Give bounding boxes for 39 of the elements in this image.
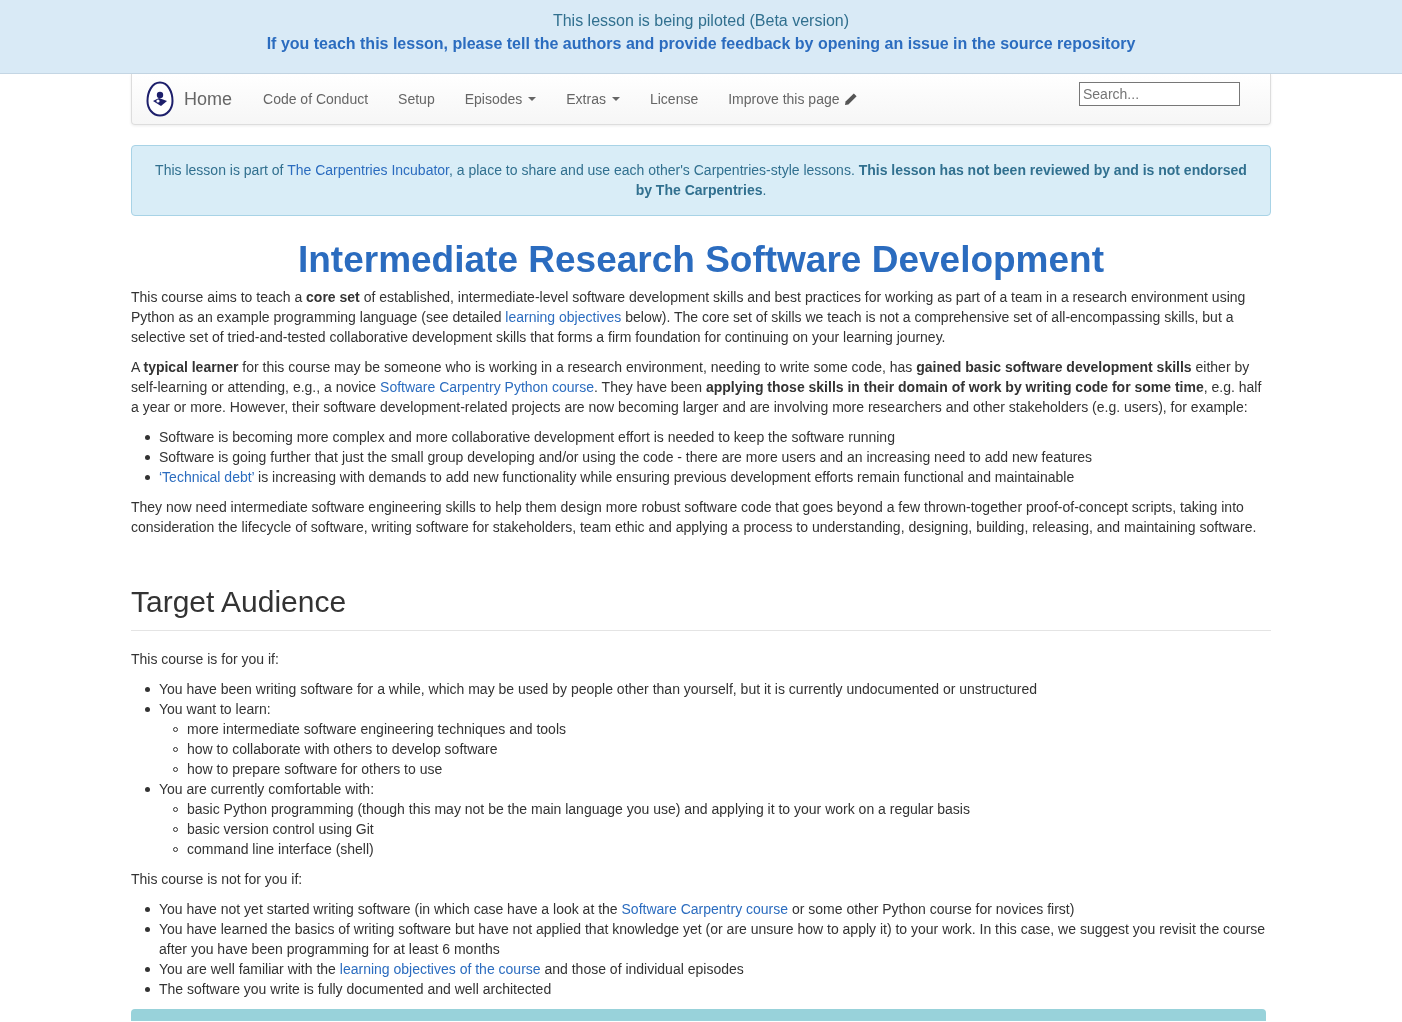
page-title: Intermediate Research Software Development — [296, 238, 1106, 282]
list-item: You have been writing software for a while, which may be used by people other than yourself, but it is currently undocumented or unstructured — [159, 680, 1038, 699]
list-item: Software is going further that just the small group developing and/or using the code - there are more users and an increasing need to add new features — [159, 448, 1093, 467]
link[interactable]: learning objectives — [505, 309, 622, 325]
notice-text: This lesson is part of The Carpentries Incubator, a place to share and use each other's Carpentries-style lessons. This lesson has not been reviewed by and is not endorsed by The Carpentries. — [131, 145, 1271, 216]
list-item: You are currently comfortable with: — [159, 780, 375, 799]
list-item: You have not yet started writing software (in which case have a look at the Software Carpentry course or some other Python course for novices first) — [159, 900, 1075, 919]
paragraph: This course aims to teach a core set of established, intermediate-level software development skills and best practices for working as part of a team in a research environment using Python as an example programming language (see detailed learning objectives below). The core set of skills we teach is not a comprehensive set of all-encompassing skills, but a selective set of tried-and-tested collaborative development skills that forms a firm foundation for continuing on your learning journey. — [131, 288, 1247, 347]
nav-link[interactable]: License — [634, 89, 714, 109]
list-item: You are well familiar with the learning objectives of the course and those of individual episodes — [159, 960, 744, 979]
nav-link[interactable]: Improve this page — [713, 89, 873, 109]
search-field[interactable]: Search... — [1079, 82, 1240, 106]
list-item: command line interface (shell) — [187, 840, 374, 859]
nav-link[interactable]: Setup — [383, 89, 450, 109]
list-item: Software is becoming more complex and more collaborative development effort is needed to keep the software running — [159, 428, 895, 447]
paragraph: This course is not for you if: — [131, 870, 304, 889]
link[interactable]: Software Carpentry course — [621, 901, 789, 917]
list-item: more intermediate software engineering techniques and tools — [187, 720, 566, 739]
nav-dropdown[interactable]: Episodes — [449, 89, 552, 109]
link[interactable]: Software Carpentry Python course — [380, 379, 595, 395]
link[interactable]: ‘Technical debt’ — [159, 469, 255, 485]
banner-title: This lesson is being piloted (Beta version) — [552, 11, 850, 31]
link[interactable]: learning objectives of the course — [339, 961, 541, 977]
feedback-link[interactable]: If you teach this lesson, please tell the authors and provide feedback by opening an issue in the source repository — [266, 32, 1136, 56]
section-heading: Target Audience — [131, 584, 348, 620]
list-item: basic Python programming (though this may not be the main language you use) and applying it to your work on a regular basis — [187, 800, 970, 819]
list-item: ‘Technical debt’ is increasing with demands to add new functionality while ensuring previous development efforts remain functional and maintainable — [159, 468, 1075, 487]
list-item: how to prepare software for others to use — [187, 760, 443, 779]
link[interactable]: The Carpentries Incubator — [287, 162, 449, 178]
list-item: how to collaborate with others to develop software — [187, 740, 498, 759]
paragraph: This course is for you if: — [131, 650, 280, 669]
paragraph: A typical learner for this course may be someone who is working in a research environment, needing to write some code, has gained basic software development skills either by self-learning or attending, e.g., a novice Software Carpentry Python course. They have been applying those skills in their domain of work by writing code for some time, e.g. half a year or more. However, their software development-related projects are now becoming larger and are involving more researchers and other stakeholders (e.g. users), for example: — [131, 358, 1263, 417]
list-item: basic version control using Git — [187, 820, 374, 839]
nav-dropdown[interactable]: Extras — [551, 89, 635, 109]
list-item: The software you write is fully documented and well architected — [159, 980, 552, 999]
paragraph: They now need intermediate software engineering skills to help them design more robust software code that goes beyond a few thrown-together proof-of-concept scripts, taking into consideration the lifecycle of software, writing software for stakeholders, team ethic and applying a process to understanding, designing, building, releasing, and maintaining software. — [131, 498, 1258, 537]
list-item: You want to learn: — [159, 700, 271, 719]
nav-link[interactable]: Code of Conduct — [248, 89, 384, 109]
home-link[interactable]: Home — [146, 81, 232, 117]
